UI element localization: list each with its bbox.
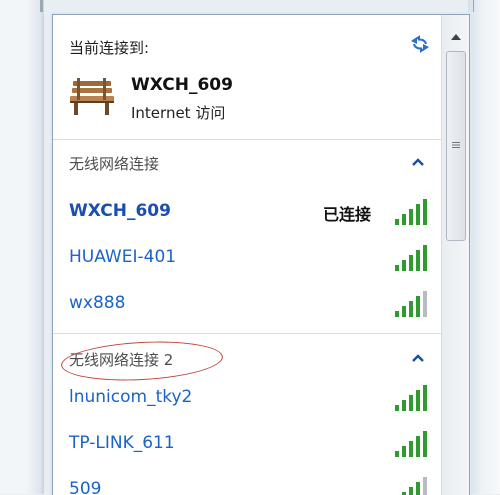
wifi-signal-icon bbox=[402, 477, 427, 495]
group-label: 无线网络连接 bbox=[69, 155, 160, 173]
network-row-lnunicom[interactable]: lnunicom_tky2 bbox=[53, 377, 441, 417]
network-name: lnunicom_tky2 bbox=[69, 387, 193, 407]
network-row-tplink611[interactable]: TP-LINK_611 bbox=[53, 423, 441, 463]
scroll-up-arrow-icon[interactable] bbox=[448, 29, 464, 45]
network-name: WXCH_609 bbox=[69, 201, 171, 221]
wifi-signal-icon bbox=[395, 199, 427, 225]
wifi-signal-icon bbox=[395, 431, 427, 457]
network-row-huawei401[interactable]: HUAWEI-401 bbox=[53, 237, 441, 277]
scrollbar[interactable] bbox=[441, 15, 469, 495]
separator bbox=[53, 333, 441, 334]
network-row-wx888[interactable]: wx888 bbox=[53, 283, 441, 323]
refresh-icon[interactable] bbox=[407, 31, 433, 57]
bench-network-icon bbox=[70, 78, 114, 115]
wireless-network-popup: 当前连接到: WXCH_609 Internet 访问 无线网络连接 WXCH_… bbox=[52, 14, 470, 495]
grip-icon bbox=[452, 142, 460, 148]
window-frame-right bbox=[468, 0, 500, 494]
current-connection-heading: 当前连接到: bbox=[69, 39, 150, 57]
connection-status: 已连接 bbox=[323, 205, 372, 224]
window-frame-left bbox=[0, 0, 44, 494]
separator bbox=[53, 139, 441, 140]
wifi-signal-icon bbox=[395, 291, 427, 317]
wifi-signal-icon bbox=[395, 245, 427, 271]
wifi-signal-icon bbox=[395, 385, 427, 411]
network-row-wxch609[interactable]: WXCH_609 已连接 bbox=[53, 191, 441, 231]
scrollbar-thumb[interactable] bbox=[446, 51, 466, 241]
network-name: wx888 bbox=[69, 293, 126, 313]
network-row-509[interactable]: 509 bbox=[53, 469, 441, 495]
network-name: TP-LINK_611 bbox=[69, 433, 175, 453]
current-connection-section: 当前连接到: WXCH_609 Internet 访问 bbox=[53, 15, 441, 139]
window-frame-top bbox=[40, 0, 474, 12]
network-name: HUAWEI-401 bbox=[69, 247, 177, 267]
current-network-status: Internet 访问 bbox=[131, 104, 226, 122]
group-header-wireless-1[interactable]: 无线网络连接 bbox=[53, 143, 441, 183]
current-network-name: WXCH_609 bbox=[131, 75, 233, 95]
caret-up-icon[interactable] bbox=[411, 353, 425, 363]
network-name: 509 bbox=[69, 479, 102, 495]
caret-up-icon[interactable] bbox=[411, 157, 425, 167]
